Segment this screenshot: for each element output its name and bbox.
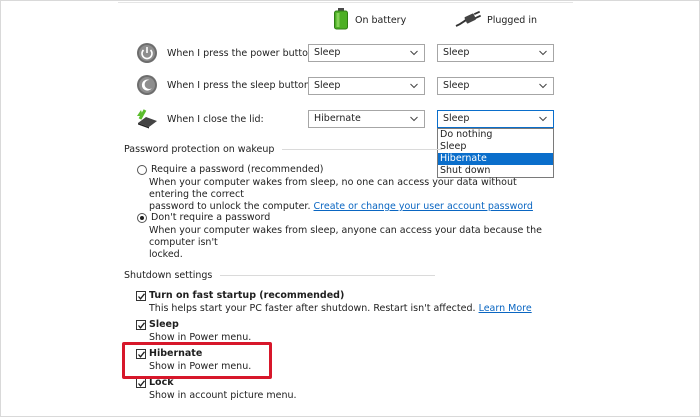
learn-more-link[interactable]: Learn More bbox=[479, 303, 532, 314]
chevron-down-icon bbox=[410, 50, 418, 56]
close-lid-plugged-select[interactable]: Sleep bbox=[437, 110, 554, 128]
sleep-option-label: Sleep bbox=[149, 319, 179, 330]
sleep-button-icon bbox=[135, 73, 159, 97]
dont-require-desc-line2: locked. bbox=[149, 249, 183, 260]
power-button-label: When I press the power button: bbox=[167, 47, 318, 59]
shutdown-section-header: Shutdown settings bbox=[124, 270, 436, 281]
sleep-button-battery-select[interactable]: Sleep bbox=[308, 77, 425, 95]
require-desc-prefix: password to unlock the computer. bbox=[149, 201, 311, 212]
section-divider bbox=[220, 275, 436, 276]
fast-startup-option[interactable]: Turn on fast startup (recommended) bbox=[136, 290, 344, 301]
select-value: Sleep bbox=[314, 80, 341, 91]
dont-require-password-option[interactable]: Don't require a password bbox=[137, 212, 270, 223]
on-battery-label: On battery bbox=[355, 14, 407, 26]
lock-option-description: Show in account picture menu. bbox=[149, 390, 297, 401]
section-divider bbox=[282, 149, 443, 150]
checkmark-icon bbox=[138, 321, 146, 329]
chevron-down-icon bbox=[539, 116, 547, 122]
fast-startup-desc-text: This helps start your PC faster after sh… bbox=[149, 303, 476, 314]
dont-require-password-radio[interactable] bbox=[137, 212, 147, 223]
fast-startup-checkbox[interactable] bbox=[136, 290, 146, 301]
battery-icon bbox=[333, 7, 349, 33]
sleep-menu-option[interactable]: Sleep bbox=[136, 319, 179, 330]
column-on-battery: On battery bbox=[333, 7, 407, 33]
close-lid-label: When I close the lid: bbox=[167, 113, 264, 125]
password-section-title: Password protection on wakeup bbox=[124, 144, 275, 155]
hibernate-highlight-box bbox=[122, 342, 272, 379]
chevron-down-icon bbox=[410, 116, 418, 122]
top-divider bbox=[118, 0, 573, 3]
power-button-battery-select[interactable]: Sleep bbox=[308, 44, 425, 62]
require-password-radio[interactable] bbox=[137, 164, 147, 175]
select-value: Sleep bbox=[443, 113, 470, 124]
dropdown-option-shut-down[interactable]: Shut down bbox=[438, 165, 553, 177]
sleep-button-row: When I press the sleep button: bbox=[135, 72, 313, 98]
checkmark-icon bbox=[138, 292, 146, 300]
close-lid-row: When I close the lid: bbox=[135, 106, 264, 132]
require-password-description: When your computer wakes from sleep, no … bbox=[149, 177, 554, 213]
lock-checkbox[interactable] bbox=[136, 377, 146, 388]
dont-require-desc-line1: When your computer wakes from sleep, any… bbox=[149, 225, 542, 248]
close-lid-battery-select[interactable]: Hibernate bbox=[308, 110, 425, 128]
sleep-button-plugged-select[interactable]: Sleep bbox=[437, 77, 554, 95]
column-plugged-in: Plugged in bbox=[455, 9, 537, 31]
power-button-row: When I press the power button: bbox=[135, 40, 317, 66]
dropdown-option-sleep[interactable]: Sleep bbox=[438, 141, 553, 153]
chevron-down-icon bbox=[410, 83, 418, 89]
create-password-link[interactable]: Create or change your user account passw… bbox=[314, 201, 533, 212]
require-password-label: Require a password (recommended) bbox=[151, 164, 324, 175]
chevron-down-icon bbox=[539, 50, 547, 56]
plug-icon bbox=[455, 10, 482, 31]
select-value: Hibernate bbox=[314, 113, 361, 124]
dropdown-option-hibernate[interactable]: Hibernate bbox=[438, 153, 553, 165]
fast-startup-label: Turn on fast startup (recommended) bbox=[149, 290, 345, 301]
select-value: Sleep bbox=[443, 80, 470, 91]
power-button-icon bbox=[135, 41, 159, 65]
laptop-lid-icon bbox=[135, 107, 159, 131]
select-value: Sleep bbox=[314, 47, 341, 58]
plugged-in-label: Plugged in bbox=[487, 14, 538, 26]
checkmark-icon bbox=[138, 379, 146, 387]
require-desc-line1: When your computer wakes from sleep, no … bbox=[149, 177, 517, 200]
require-password-option[interactable]: Require a password (recommended) bbox=[137, 164, 324, 175]
chevron-down-icon bbox=[539, 83, 547, 89]
dropdown-option-do-nothing[interactable]: Do nothing bbox=[438, 129, 553, 141]
fast-startup-description: This helps start your PC faster after sh… bbox=[149, 303, 532, 314]
sleep-checkbox[interactable] bbox=[136, 319, 146, 330]
dont-require-password-description: When your computer wakes from sleep, any… bbox=[149, 225, 554, 261]
sleep-button-label: When I press the sleep button: bbox=[167, 79, 314, 91]
lid-action-dropdown-list: Do nothing Sleep Hibernate Shut down bbox=[437, 128, 554, 178]
dont-require-password-label: Don't require a password bbox=[151, 212, 271, 223]
select-value: Sleep bbox=[443, 47, 470, 58]
shutdown-section-title: Shutdown settings bbox=[124, 270, 213, 281]
password-section-header: Password protection on wakeup bbox=[124, 144, 443, 155]
power-button-plugged-select[interactable]: Sleep bbox=[437, 44, 554, 62]
